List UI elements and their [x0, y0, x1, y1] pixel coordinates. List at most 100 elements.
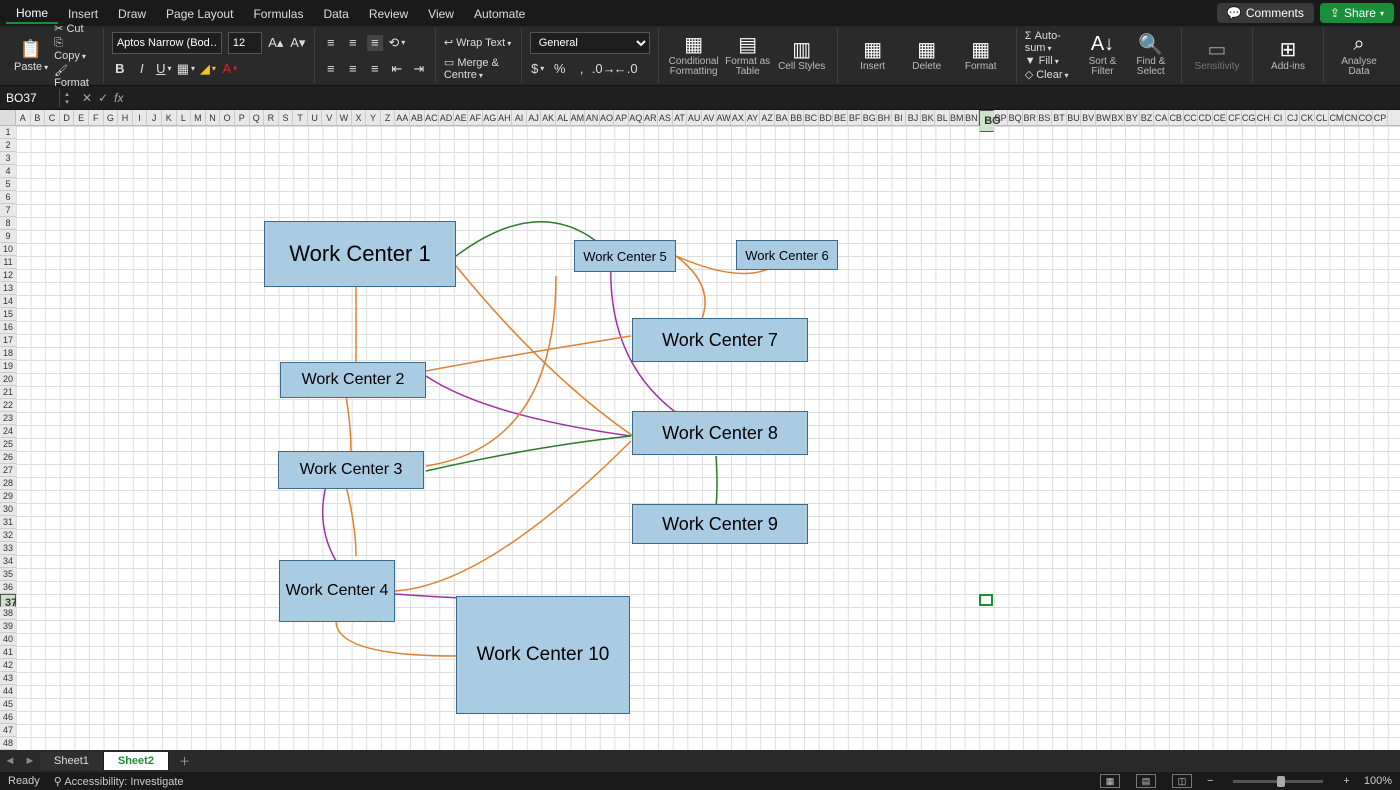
col-header-CJ[interactable]: CJ [1286, 110, 1301, 125]
name-box[interactable]: BO37 [0, 89, 60, 107]
underline-button[interactable]: U [156, 61, 172, 77]
col-header-CM[interactable]: CM [1329, 110, 1344, 125]
col-header-CO[interactable]: CO [1359, 110, 1374, 125]
row-header-9[interactable]: 9 [0, 230, 16, 243]
autosum-button[interactable]: Σ Auto-sum [1025, 30, 1077, 54]
col-header-J[interactable]: J [147, 110, 162, 125]
format-button[interactable]: ▦Format [954, 28, 1008, 83]
share-button[interactable]: ⇪ Share ▾ [1320, 3, 1394, 23]
zoom-out-button[interactable]: − [1207, 775, 1213, 787]
sheet-tab-2[interactable]: Sheet2 [104, 752, 169, 770]
col-header-BI[interactable]: BI [892, 110, 907, 125]
row-header-2[interactable]: 2 [0, 139, 16, 152]
fx-icon[interactable]: fx [114, 91, 123, 105]
col-header-BF[interactable]: BF [848, 110, 863, 125]
col-header-AE[interactable]: AE [454, 110, 469, 125]
col-header-BJ[interactable]: BJ [906, 110, 921, 125]
row-header-48[interactable]: 48 [0, 737, 16, 750]
sort-filter-button[interactable]: A↓Sort & Filter [1080, 30, 1124, 81]
row-header-47[interactable]: 47 [0, 724, 16, 737]
decrease-indent-button[interactable]: ⇤ [389, 61, 405, 77]
col-header-Y[interactable]: Y [366, 110, 381, 125]
col-header-CA[interactable]: CA [1154, 110, 1169, 125]
col-header-U[interactable]: U [308, 110, 323, 125]
row-header-40[interactable]: 40 [0, 633, 16, 646]
col-header-AV[interactable]: AV [702, 110, 717, 125]
sensitivity-button[interactable]: ▭Sensitivity [1190, 39, 1244, 73]
sheet-tab-1[interactable]: Sheet1 [40, 752, 104, 770]
merge-centre-button[interactable]: ▭ Merge & Centre [444, 56, 513, 81]
col-header-CF[interactable]: CF [1227, 110, 1242, 125]
col-header-AK[interactable]: AK [541, 110, 556, 125]
analyse-data-button[interactable]: ⌕Analyse Data [1332, 34, 1386, 78]
col-header-AX[interactable]: AX [731, 110, 746, 125]
font-size-select[interactable] [228, 32, 262, 54]
font-color-button[interactable]: A [222, 61, 238, 77]
row-header-29[interactable]: 29 [0, 490, 16, 503]
col-header-E[interactable]: E [74, 110, 89, 125]
row-header-21[interactable]: 21 [0, 386, 16, 399]
zoom-in-button[interactable]: + [1343, 775, 1349, 787]
row-header-12[interactable]: 12 [0, 269, 16, 282]
col-header-BE[interactable]: BE [833, 110, 848, 125]
zoom-slider[interactable] [1233, 780, 1323, 783]
align-left-button[interactable]: ≡ [323, 61, 339, 77]
row-header-44[interactable]: 44 [0, 685, 16, 698]
tab-view[interactable]: View [418, 3, 464, 23]
shape-wc1[interactable]: Work Center 1 [264, 221, 456, 287]
align-bottom-button[interactable]: ≡ [367, 35, 383, 51]
column-headers[interactable]: ABCDEFGHIJKLMNOPQRSTUVWXYZAAABACADAEAFAG… [16, 110, 1400, 126]
row-header-25[interactable]: 25 [0, 438, 16, 451]
row-header-31[interactable]: 31 [0, 516, 16, 529]
delete-button[interactable]: ▦Delete [900, 28, 954, 83]
cancel-icon[interactable]: ✕ [82, 91, 92, 105]
align-center-button[interactable]: ≡ [345, 61, 361, 77]
orientation-button[interactable]: ⟲ [389, 35, 405, 51]
col-header-BT[interactable]: BT [1052, 110, 1067, 125]
shape-wc2[interactable]: Work Center 2 [280, 362, 426, 398]
col-header-AQ[interactable]: AQ [629, 110, 644, 125]
row-header-37[interactable]: 37 [0, 594, 16, 607]
col-header-M[interactable]: M [191, 110, 206, 125]
col-header-AH[interactable]: AH [498, 110, 513, 125]
comments-button[interactable]: 💬 Comments [1217, 3, 1314, 23]
format-as-table-button[interactable]: ▤Format as Table [721, 28, 775, 83]
col-header-G[interactable]: G [104, 110, 119, 125]
col-header-P[interactable]: P [235, 110, 250, 125]
col-header-AG[interactable]: AG [483, 110, 498, 125]
shape-wc3[interactable]: Work Center 3 [278, 451, 424, 489]
addins-button[interactable]: ⊞Add-ins [1261, 39, 1315, 73]
col-header-AN[interactable]: AN [585, 110, 600, 125]
font-select[interactable] [112, 32, 222, 54]
cut-button[interactable]: ✂ Cut [54, 22, 95, 35]
name-up[interactable]: ▴ [60, 90, 74, 98]
col-header-BR[interactable]: BR [1023, 110, 1038, 125]
shape-wc5[interactable]: Work Center 5 [574, 240, 676, 272]
col-header-BB[interactable]: BB [789, 110, 804, 125]
copy-button[interactable]: ⎘ Copy [54, 37, 95, 62]
row-header-10[interactable]: 10 [0, 243, 16, 256]
view-pagebreak-button[interactable]: ◫ [1172, 774, 1192, 788]
shape-wc8[interactable]: Work Center 8 [632, 411, 808, 455]
align-middle-button[interactable]: ≡ [345, 35, 361, 51]
row-header-3[interactable]: 3 [0, 152, 16, 165]
clear-button[interactable]: ◇ Clear [1025, 68, 1077, 81]
row-header-28[interactable]: 28 [0, 477, 16, 490]
tab-review[interactable]: Review [359, 3, 418, 23]
decrease-font-icon[interactable]: A▾ [290, 35, 306, 51]
zoom-thumb[interactable] [1277, 776, 1285, 787]
col-header-AA[interactable]: AA [395, 110, 410, 125]
col-header-AM[interactable]: AM [571, 110, 586, 125]
row-header-22[interactable]: 22 [0, 399, 16, 412]
col-header-BV[interactable]: BV [1081, 110, 1096, 125]
col-header-CN[interactable]: CN [1344, 110, 1359, 125]
col-header-CE[interactable]: CE [1213, 110, 1228, 125]
row-header-41[interactable]: 41 [0, 646, 16, 659]
col-header-AL[interactable]: AL [556, 110, 571, 125]
row-header-1[interactable]: 1 [0, 126, 16, 139]
col-header-BN[interactable]: BN [965, 110, 980, 125]
col-header-CC[interactable]: CC [1184, 110, 1199, 125]
col-header-AW[interactable]: AW [717, 110, 732, 125]
tab-data[interactable]: Data [313, 3, 358, 23]
tab-pagelayout[interactable]: Page Layout [156, 3, 243, 23]
